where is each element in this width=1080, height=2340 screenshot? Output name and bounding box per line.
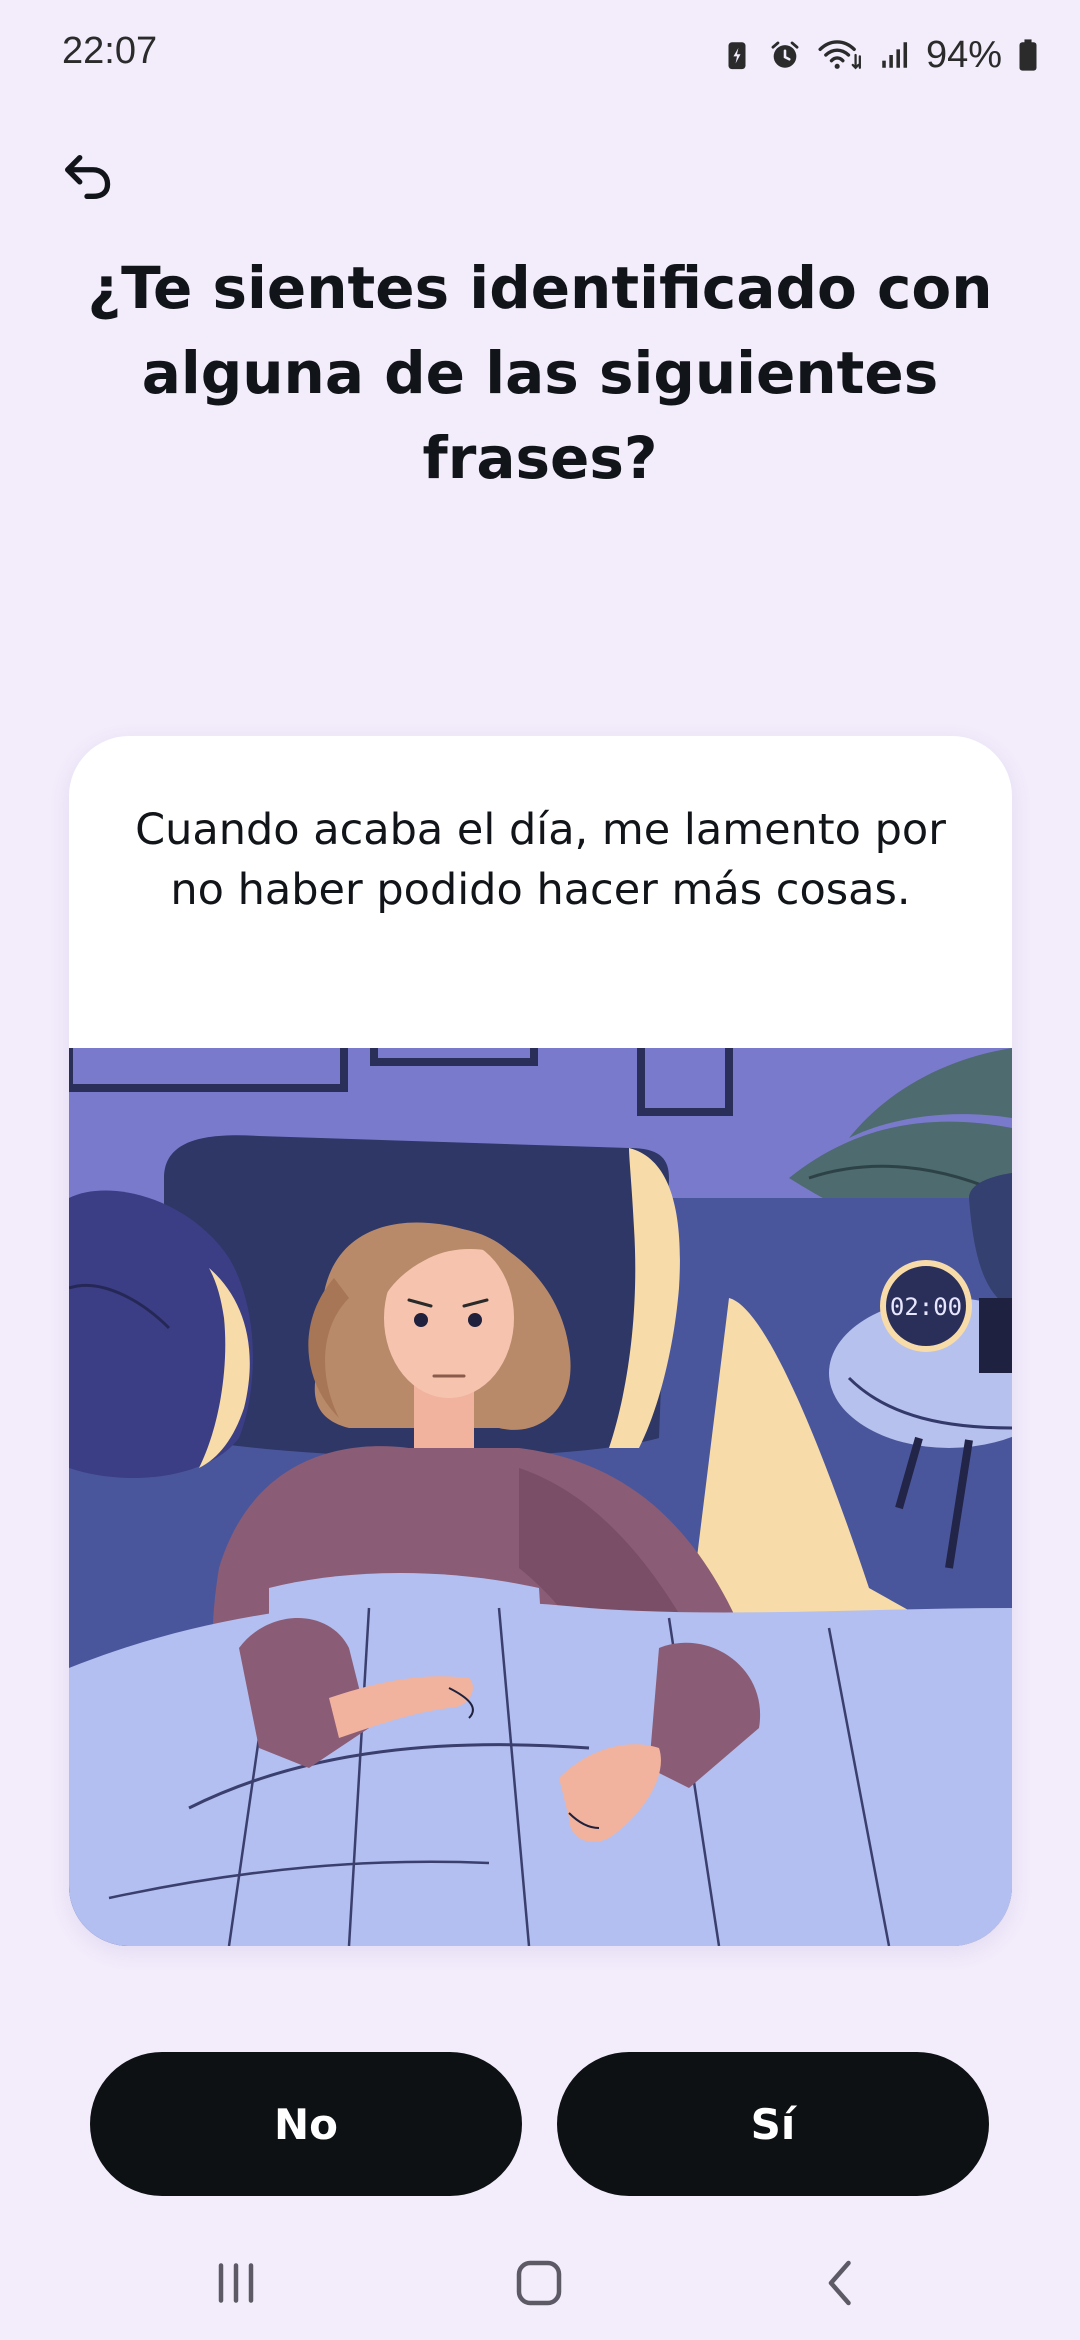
status-bar: 22:07 94% [0, 0, 1080, 110]
signal-icon [878, 38, 912, 72]
back-arrow-icon [65, 155, 111, 199]
status-icons: 94% [720, 30, 1040, 80]
alarm-icon [768, 38, 802, 72]
home-button[interactable] [504, 2248, 574, 2318]
recent-apps-button[interactable] [201, 2248, 271, 2318]
battery-percent: 94% [925, 33, 1002, 76]
sleepless-woman-illustration: 02:00 [69, 1048, 1012, 1946]
wifi-icon [816, 38, 864, 72]
nav-back-button[interactable] [806, 2248, 876, 2318]
statement-text: Cuando acaba el día, me lamento por no h… [135, 805, 946, 915]
status-time: 22:07 [62, 30, 158, 72]
yes-button[interactable]: Sí [557, 2052, 989, 2196]
back-icon [828, 2260, 851, 2306]
battery-icon [1016, 38, 1040, 72]
clock-display: 02:00 [890, 1293, 962, 1321]
statement-card: Cuando acaba el día, me lamento por no h… [69, 736, 1012, 1946]
page-title: ¿Te sientes identificado con alguna de l… [87, 254, 993, 492]
system-nav-bar [0, 2220, 1080, 2340]
back-button[interactable] [52, 142, 122, 212]
home-icon [516, 2260, 562, 2306]
recent-apps-icon [218, 2263, 254, 2303]
battery-saver-icon [720, 38, 754, 72]
no-button[interactable]: No [90, 2052, 522, 2196]
